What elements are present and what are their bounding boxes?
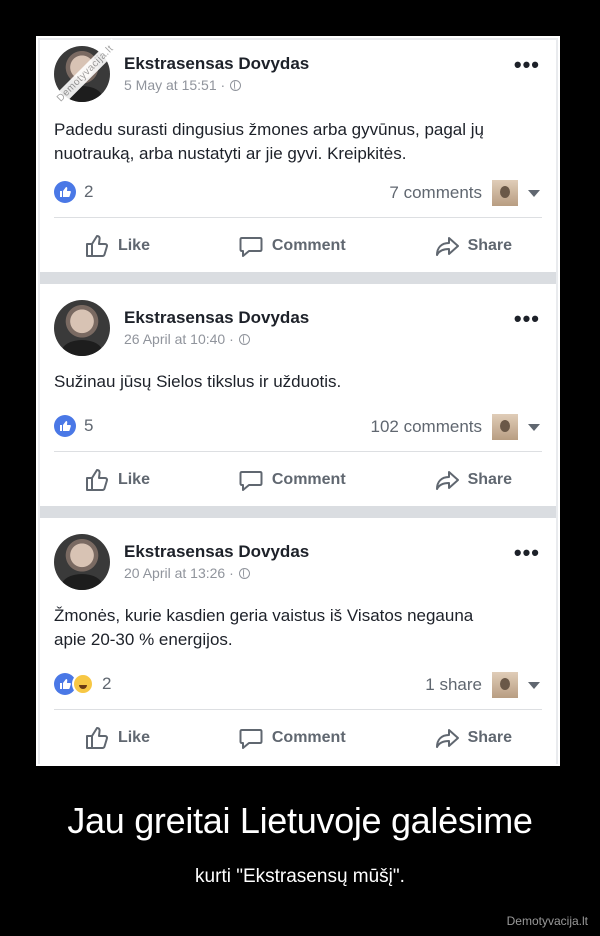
share-button[interactable]: Share [434,233,512,259]
more-options-icon[interactable]: ••• [514,542,540,564]
avatar[interactable] [54,534,110,590]
chevron-down-icon[interactable] [528,423,540,431]
comment-button[interactable]: Comment [238,725,346,751]
shares-summary[interactable]: 1 share [425,672,540,698]
globe-icon [238,567,250,579]
like-icon [54,415,76,437]
thumbs-up-icon [85,727,108,749]
chevron-down-icon[interactable] [528,681,540,689]
share-icon [435,729,459,748]
page-avatar-small[interactable] [492,414,518,440]
thumbs-up-icon [85,235,108,257]
comments-summary[interactable]: 7 comments [389,180,540,206]
chevron-down-icon[interactable] [528,189,540,197]
comment-label: Comment [271,237,346,254]
post-date-text: 26 April at 10:40 · [124,331,234,347]
like-button[interactable]: Like [84,725,150,751]
more-options-icon[interactable]: ••• [514,308,540,330]
post-separator [40,506,556,518]
post-date[interactable]: 26 April at 10:40 · [124,331,250,347]
like-icon [54,181,76,203]
share-label: Share [467,237,513,254]
feed: Ekstrasensas Dovydas 5 May at 15:51 · ••… [40,38,556,764]
post-date-text: 20 April at 13:26 · [124,565,234,581]
page-avatar-small[interactable] [492,180,518,206]
post-frame: Ekstrasensas Dovydas 5 May at 15:51 · ••… [36,36,560,766]
share-icon [435,237,459,256]
divider [54,217,542,218]
post-card: Ekstrasensas Dovydas 20 April at 13:26 ·… [40,518,556,764]
comment-button[interactable]: Comment [238,233,346,259]
page-avatar-small[interactable] [492,672,518,698]
reactions-count: 2 [84,182,94,201]
reactions-summary[interactable]: 5 [54,415,93,437]
like-button[interactable]: Like [84,467,150,493]
share-label: Share [467,729,513,746]
post-date-text: 5 May at 15:51 · [124,77,226,93]
comment-icon [239,237,263,257]
like-button[interactable]: Like [84,233,150,259]
post-text: Žmonės, kurie kasdien geria vaistus iš V… [54,606,474,649]
post-card: Ekstrasensas Dovydas 5 May at 15:51 · ••… [40,38,556,272]
action-bar: Like Comment Share [40,462,556,498]
comments-summary[interactable]: 102 comments [371,414,540,440]
post-separator [40,272,556,284]
reaction-icons [54,673,94,695]
comment-button[interactable]: Comment [238,467,346,493]
reactions-summary[interactable]: 2 [54,673,111,695]
more-options-icon[interactable]: ••• [514,54,540,76]
haha-icon [72,673,94,695]
thumbs-up-icon [85,469,108,491]
share-button[interactable]: Share [434,467,512,493]
caption-title: Jau greitai Lietuvoje galėsime [67,800,533,841]
share-icon [435,471,459,490]
post-date[interactable]: 5 May at 15:51 · [124,77,242,93]
author-name[interactable]: Ekstrasensas Dovydas [124,542,309,562]
like-label: Like [117,471,150,488]
divider [54,709,542,710]
shares-count[interactable]: 1 share [425,675,482,695]
author-name[interactable]: Ekstrasensas Dovydas [124,54,309,74]
post-text: Padedu surasti dingusius žmones arba gyv… [54,120,484,163]
action-bar: Like Comment Share [40,228,556,264]
reactions-count: 5 [84,416,94,435]
avatar[interactable] [54,300,110,356]
comments-count[interactable]: 7 comments [389,183,482,203]
action-bar: Like Comment Share [40,720,556,756]
like-label: Like [117,237,150,254]
like-label: Like [117,729,150,746]
comments-count[interactable]: 102 comments [371,417,483,437]
post-card: Ekstrasensas Dovydas 26 April at 10:40 ·… [40,284,556,506]
author-name[interactable]: Ekstrasensas Dovydas [124,308,309,328]
divider [54,451,542,452]
caption-subtitle: kurti "Ekstrasensų mūšį". [195,866,405,887]
comment-icon [239,729,263,749]
share-label: Share [467,471,513,488]
post-text: Sužinau jūsų Sielos tikslus ir užduotis. [54,372,342,391]
globe-icon [230,79,242,91]
globe-icon [238,333,250,345]
comment-label: Comment [271,729,346,746]
share-button[interactable]: Share [434,725,512,751]
comment-icon [239,471,263,491]
site-watermark: Demotyvacija.lt [506,914,588,928]
reactions-count: 2 [102,674,112,693]
comment-label: Comment [271,471,346,488]
post-date[interactable]: 20 April at 13:26 · [124,565,250,581]
reactions-summary[interactable]: 2 [54,181,93,203]
